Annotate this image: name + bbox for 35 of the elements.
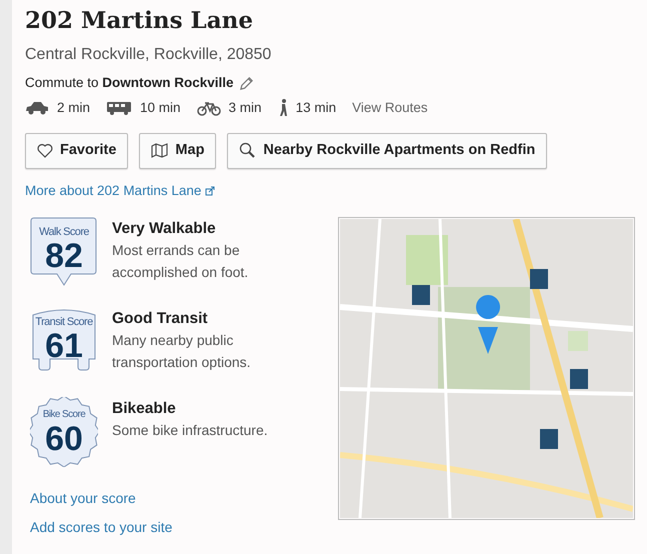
score-description: Some bike infrastructure. xyxy=(112,420,269,440)
travel-time: 10 min xyxy=(140,99,181,118)
action-button[interactable]: Map xyxy=(139,132,216,168)
score-number: 61 xyxy=(45,328,83,364)
score-number: 82 xyxy=(45,238,83,274)
action-button[interactable]: Favorite xyxy=(25,132,128,168)
score-description: Many nearby public transportation options. xyxy=(112,330,252,372)
footer-link[interactable]: Add scores to your site xyxy=(30,516,172,538)
walking-person-icon xyxy=(278,99,288,118)
locality-text: Central Rockville, Rockville, 20850 xyxy=(25,45,272,65)
address-heading: 202 Martins Lane xyxy=(25,6,254,36)
footer-link[interactable]: About your score xyxy=(30,488,136,509)
score-title: Very Walkable xyxy=(112,218,217,239)
score-title: Good Transit xyxy=(112,308,209,329)
score-label: Bike Score xyxy=(42,408,86,421)
score-number: 60 xyxy=(45,420,83,457)
travel-time: 3 min xyxy=(228,99,262,118)
action-button[interactable]: Nearby Rockville Apartments on Redfin xyxy=(227,132,548,168)
pencil-icon[interactable] xyxy=(238,76,254,91)
score-label: Transit Score xyxy=(35,316,93,328)
more-link[interactable]: More about 202 Martins Lane xyxy=(25,180,202,201)
travel-time: 13 min xyxy=(296,99,336,118)
travel-time: 2 min xyxy=(57,99,90,118)
bus-icon xyxy=(106,101,132,116)
bicycle-icon xyxy=(196,100,221,116)
commute-text: Commute to Downtown Rockville xyxy=(25,74,234,92)
car-icon xyxy=(25,101,49,116)
score-description: Most errands can be accomplished on foot. xyxy=(112,240,250,282)
external-link-icon xyxy=(205,186,216,196)
folded-map-icon xyxy=(151,143,168,158)
score-title: Bikeable xyxy=(112,398,177,419)
view-routes-link[interactable]: View Routes xyxy=(352,98,428,118)
search-icon xyxy=(239,142,256,159)
score-label: Walk Score xyxy=(39,226,89,238)
heart-icon xyxy=(37,143,53,158)
